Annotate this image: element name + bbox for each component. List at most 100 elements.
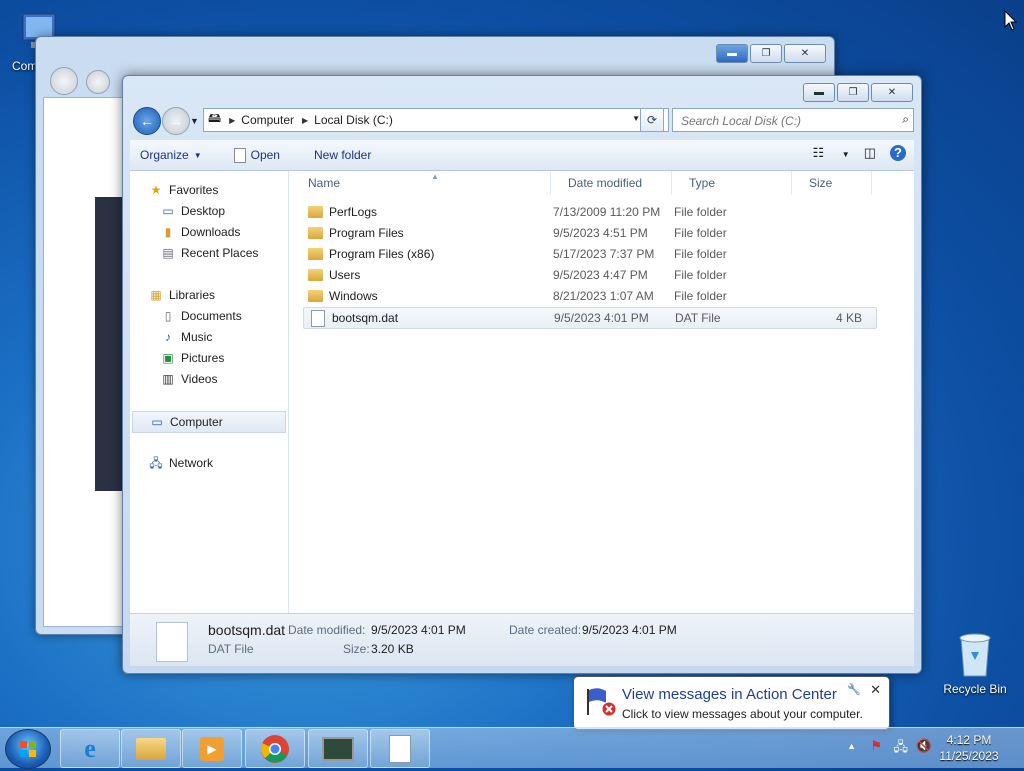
- address-dropdown-icon[interactable]: ▼: [632, 114, 640, 123]
- nav-libraries[interactable]: ▦ Libraries: [148, 285, 215, 305]
- explorer-window[interactable]: ▬ ❐ ✕ ← → ▼ 🖴 ▶ Computer ▶ Local Disk (C…: [122, 75, 922, 674]
- nav-pictures[interactable]: ▣ Pictures: [160, 348, 224, 368]
- minimize-button[interactable]: ▬: [803, 83, 835, 102]
- file-type: File folder: [674, 289, 727, 303]
- nav-recent-places[interactable]: ▤ Recent Places: [160, 243, 258, 263]
- file-row-selected[interactable]: bootsqm.dat 9/5/2023 4:01 PM DAT File 4 …: [303, 307, 877, 329]
- new-folder-button[interactable]: New folder: [304, 148, 381, 162]
- settings-icon[interactable]: 🔧: [847, 683, 861, 696]
- volume-muted-icon[interactable]: 🔇: [916, 738, 932, 754]
- taskbar-document-app[interactable]: [370, 729, 430, 768]
- mouse-cursor-icon: [1004, 10, 1018, 31]
- downloads-folder-icon: ▮: [164, 225, 172, 239]
- document-icon: [389, 734, 411, 763]
- desktop-icon-recycle-bin-label: Recycle Bin: [943, 682, 1007, 696]
- nav-downloads[interactable]: ▮ Downloads: [160, 222, 241, 242]
- balloon-close-icon[interactable]: ✕: [870, 682, 881, 698]
- refresh-button[interactable]: ⟳: [640, 108, 664, 132]
- forward-button[interactable]: →: [162, 107, 190, 135]
- windows-logo-icon: [20, 741, 36, 757]
- pictures-icon: ▣: [162, 351, 174, 365]
- recent-pages-dropdown-icon[interactable]: ▼: [190, 116, 199, 126]
- nav-music[interactable]: ♪ Music: [160, 327, 212, 347]
- file-row[interactable]: Windows 8/21/2023 1:07 AM File folder: [303, 286, 875, 306]
- taskbar-media-player[interactable]: ▶: [182, 729, 242, 768]
- open-button[interactable]: Open: [224, 147, 290, 163]
- action-center-icon[interactable]: ⚑: [870, 738, 882, 754]
- nav-computer[interactable]: ▭ Computer: [132, 411, 286, 433]
- details-date-created: 9/5/2023 4:01 PM: [582, 623, 677, 637]
- balloon-title[interactable]: View messages in Action Center: [622, 686, 837, 703]
- details-filename: bootsqm.dat: [208, 622, 286, 638]
- column-header-date[interactable]: Date modified: [551, 171, 672, 195]
- file-date: 5/17/2023 7:37 PM: [553, 247, 655, 261]
- folder-icon: [136, 737, 166, 760]
- music-icon: ♪: [165, 330, 171, 344]
- view-options-icon[interactable]: ☷ ▼: [813, 145, 850, 161]
- folder-icon: [308, 227, 323, 239]
- start-button[interactable]: [5, 729, 51, 769]
- help-icon[interactable]: ?: [890, 145, 906, 161]
- file-row[interactable]: Users 9/5/2023 4:47 PM File folder: [303, 265, 875, 285]
- bg-close-button[interactable]: ✕: [784, 44, 826, 63]
- file-row[interactable]: Program Files 9/5/2023 4:51 PM File fold…: [303, 223, 875, 243]
- nav-network-label: Network: [169, 456, 214, 470]
- taskbar-file-explorer[interactable]: [121, 729, 181, 768]
- file-row[interactable]: Program Files (x86) 5/17/2023 7:37 PM Fi…: [303, 244, 875, 264]
- close-button[interactable]: ✕: [871, 83, 913, 102]
- bg-maximize-button[interactable]: ❐: [750, 44, 782, 63]
- breadcrumb-computer[interactable]: Computer: [241, 113, 294, 127]
- column-size-label: Size: [809, 176, 833, 190]
- open-label: Open: [250, 148, 280, 162]
- bg-minimize-button[interactable]: ▬: [716, 44, 748, 63]
- column-header-type[interactable]: Type: [672, 171, 792, 195]
- videos-icon: ▥: [162, 372, 174, 386]
- nav-music-label: Music: [181, 330, 213, 344]
- network-icon: 🖧: [149, 456, 163, 470]
- taskbar-terminal-app[interactable]: [308, 729, 368, 768]
- recycle-bin-icon: [959, 633, 991, 677]
- search-input[interactable]: [679, 111, 883, 131]
- breadcrumb-local-disk[interactable]: Local Disk (C:): [314, 113, 393, 127]
- bg-forward-icon[interactable]: [86, 70, 110, 94]
- nav-downloads-label: Downloads: [181, 225, 241, 239]
- nav-computer-label: Computer: [170, 415, 223, 429]
- drive-icon: 🖴: [208, 110, 222, 125]
- nav-desktop-label: Desktop: [181, 204, 226, 218]
- nav-recent-places-label: Recent Places: [181, 246, 259, 260]
- action-center-balloon[interactable]: View messages in Action Center Click to …: [573, 676, 890, 730]
- maximize-button[interactable]: ❐: [837, 83, 869, 102]
- nav-libraries-label: Libraries: [169, 288, 216, 302]
- taskbar-chrome[interactable]: [245, 729, 305, 768]
- column-header-name[interactable]: Name ▲: [291, 171, 551, 195]
- action-center-flag-icon: [587, 688, 617, 717]
- show-hidden-icons-icon[interactable]: ▲: [847, 741, 856, 751]
- back-button[interactable]: ←: [133, 107, 161, 135]
- file-name: Program Files (x86): [329, 247, 435, 261]
- taskbar-internet-explorer[interactable]: e: [60, 729, 120, 768]
- file-type: File folder: [674, 247, 727, 261]
- details-size: 3.20 KB: [371, 642, 414, 656]
- breadcrumb-chevron-icon[interactable]: ▶: [229, 116, 235, 125]
- address-bar[interactable]: 🖴 ▶ Computer ▶ Local Disk (C:) ▼: [203, 108, 669, 132]
- file-row[interactable]: PerfLogs 7/13/2009 11:20 PM File folder: [303, 202, 875, 222]
- column-date-label: Date modified: [568, 176, 643, 190]
- desktop-icon-recycle-bin[interactable]: Recycle Bin: [939, 630, 1011, 696]
- column-header-size[interactable]: Size: [792, 171, 872, 195]
- nav-network[interactable]: 🖧 Network: [148, 453, 213, 473]
- details-date-modified-label: Date modified:: [288, 623, 366, 637]
- nav-favorites-label: Favorites: [169, 183, 219, 197]
- nav-desktop[interactable]: ▭ Desktop: [160, 201, 225, 221]
- bg-back-icon[interactable]: [50, 67, 78, 95]
- preview-pane-icon[interactable]: ◫: [864, 145, 876, 161]
- network-tray-icon[interactable]: 🖧: [894, 738, 909, 760]
- search-box[interactable]: ⌕: [672, 108, 914, 132]
- nav-favorites[interactable]: ★ Favorites: [148, 180, 219, 200]
- details-date-created-label: Date created:: [509, 623, 582, 637]
- breadcrumb-chevron-icon[interactable]: ▶: [302, 116, 308, 125]
- organize-button[interactable]: Organize ▼: [130, 148, 212, 162]
- nav-videos[interactable]: ▥ Videos: [160, 369, 217, 389]
- clock[interactable]: 4:12 PM 11/25/2023: [934, 732, 1004, 764]
- search-icon[interactable]: ⌕: [902, 112, 909, 127]
- nav-documents[interactable]: ▯ Documents: [160, 306, 242, 326]
